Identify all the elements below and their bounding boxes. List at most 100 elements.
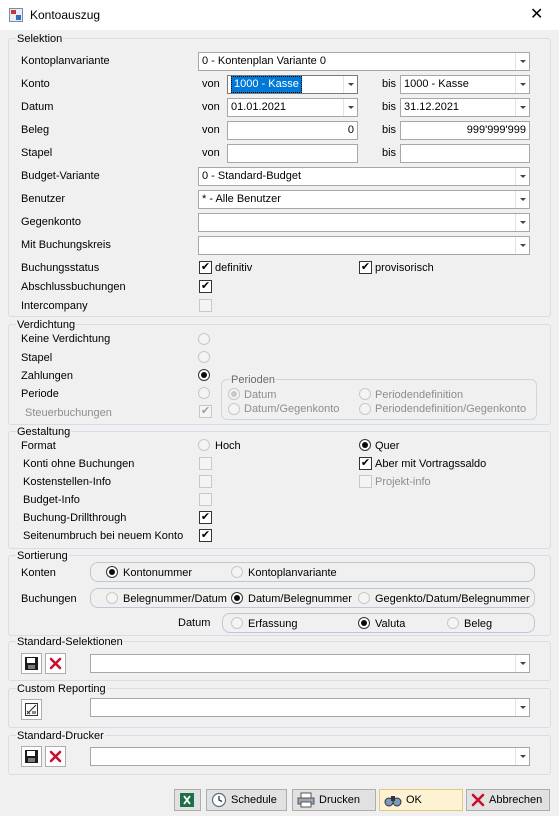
intercompany-checkbox[interactable]	[199, 299, 212, 312]
abschlussbuchungen-label: Abschlussbuchungen	[21, 281, 126, 293]
konto-von-label: von	[202, 78, 220, 90]
schedule-label: Schedule	[231, 794, 277, 806]
stapel-bis-input[interactable]	[400, 144, 530, 163]
konto-von-value: 1000 - Kasse	[231, 76, 302, 93]
kontoplanvariante-sort-radio[interactable]	[231, 566, 243, 578]
chevron-down-icon[interactable]	[515, 191, 529, 208]
beleg-von-input[interactable]: 0	[227, 121, 358, 140]
definitiv-label: definitiv	[215, 262, 253, 274]
custom-reporting-title: Custom Reporting	[16, 683, 107, 695]
valuta-radio[interactable]	[358, 617, 370, 629]
zahlungen-radio[interactable]	[198, 369, 210, 381]
buchungsstatus-label: Buchungsstatus	[21, 262, 100, 274]
chevron-down-icon[interactable]	[515, 237, 529, 254]
beleg-sort-radio[interactable]	[447, 617, 459, 629]
perioden-datum-gegenkonto-label: Datum/Gegenkonto	[244, 403, 340, 415]
standard-selektionen-select[interactable]	[90, 654, 530, 673]
keine-verdichtung-label: Keine Verdichtung	[21, 333, 111, 345]
vortragssaldo-checkbox[interactable]: ✔	[359, 457, 372, 470]
erfassung-label: Erfassung	[248, 618, 298, 630]
perioden-datum-radio[interactable]	[228, 388, 240, 400]
periodendefinition-gegenkonto-radio[interactable]	[359, 403, 371, 415]
erfassung-radio[interactable]	[231, 617, 243, 629]
vortragssaldo-label: Aber mit Vortragssaldo	[375, 458, 487, 470]
seitenumbruch-label: Seitenumbruch bei neuem Konto	[23, 530, 184, 542]
konto-von-select[interactable]: 1000 - Kasse	[227, 75, 358, 94]
beleg-sort-label: Beleg	[464, 618, 493, 630]
abschlussbuchungen-checkbox[interactable]: ✔	[199, 280, 212, 293]
custom-reporting-select[interactable]	[90, 698, 530, 717]
close-icon[interactable]: ✕	[530, 4, 543, 24]
schedule-button[interactable]: Schedule	[206, 789, 287, 811]
drucken-button[interactable]: Drucken	[292, 789, 376, 811]
konto-bis-value: 1000 - Kasse	[404, 78, 469, 90]
chevron-down-icon[interactable]	[515, 214, 529, 231]
chevron-down-icon[interactable]	[515, 748, 529, 765]
chevron-down-icon[interactable]	[515, 53, 529, 70]
ok-button[interactable]: OK	[379, 789, 463, 811]
window-title: Kontoauszug	[30, 8, 101, 22]
budget-variante-value: 0 - Standard-Budget	[202, 170, 302, 182]
zahlungen-label: Zahlungen	[21, 370, 73, 382]
abbrechen-label: Abbrechen	[489, 794, 543, 806]
perioden-datum-gegenkonto-radio[interactable]	[228, 403, 240, 415]
datum-belegnummer-radio[interactable]	[231, 592, 243, 604]
seitenumbruch-checkbox[interactable]: ✔	[199, 529, 212, 542]
datum-bis-value: 31.12.2021	[404, 101, 460, 113]
chevron-down-icon[interactable]	[515, 699, 529, 716]
delete-selection-button[interactable]	[45, 653, 66, 674]
drillthrough-checkbox[interactable]: ✔	[199, 511, 212, 524]
kontoplanvariante-select[interactable]: 0 - Kontenplan Variante 0	[198, 52, 530, 71]
stapel-verdichtung-radio[interactable]	[198, 351, 210, 363]
beleg-bis-input[interactable]: 999'999'999	[400, 121, 530, 140]
excel-button[interactable]	[174, 789, 201, 811]
standard-drucker-title: Standard-Drucker	[16, 730, 105, 742]
projekt-info-checkbox[interactable]	[359, 475, 372, 488]
floppy-disk-icon	[25, 750, 38, 763]
periodendefinition-label: Periodendefinition	[375, 389, 464, 401]
chevron-down-icon[interactable]	[343, 76, 357, 93]
gegenkonto-select[interactable]	[198, 213, 530, 232]
quer-radio[interactable]	[359, 439, 371, 451]
abbrechen-button[interactable]: Abbrechen	[466, 789, 550, 811]
chevron-down-icon[interactable]	[515, 99, 529, 116]
periodendefinition-radio[interactable]	[359, 388, 371, 400]
provisorisch-checkbox[interactable]: ✔	[359, 261, 372, 274]
datum-sort-label: Datum	[178, 617, 211, 629]
standard-drucker-select[interactable]	[90, 747, 530, 766]
konto-bis-select[interactable]: 1000 - Kasse	[400, 75, 530, 94]
kostenstellen-info-checkbox[interactable]	[199, 475, 212, 488]
keine-verdichtung-radio[interactable]	[198, 333, 210, 345]
report-design-icon	[25, 703, 38, 716]
konti-ohne-buchungen-checkbox[interactable]	[199, 457, 212, 470]
delete-printer-button[interactable]	[45, 746, 66, 767]
perioden-title: Perioden	[230, 374, 277, 386]
budget-info-checkbox[interactable]	[199, 493, 212, 506]
chevron-down-icon[interactable]	[515, 655, 529, 672]
standard-selektionen-title: Standard-Selektionen	[16, 636, 124, 648]
hoch-label: Hoch	[215, 440, 241, 452]
hoch-radio[interactable]	[198, 439, 210, 451]
save-selection-button[interactable]	[21, 653, 42, 674]
definitiv-checkbox[interactable]: ✔	[199, 261, 212, 274]
belegnummer-datum-radio[interactable]	[106, 592, 118, 604]
gegenkto-datum-radio[interactable]	[358, 592, 370, 604]
custom-report-edit-button[interactable]	[21, 699, 42, 720]
datum-bis-picker[interactable]: 31.12.2021	[400, 98, 530, 117]
chevron-down-icon[interactable]	[515, 168, 529, 185]
datum-von-picker[interactable]: 01.01.2021	[227, 98, 358, 117]
buchungskreis-select[interactable]	[198, 236, 530, 255]
kontonummer-radio[interactable]	[106, 566, 118, 578]
save-printer-button[interactable]	[21, 746, 42, 767]
periode-radio[interactable]	[198, 387, 210, 399]
benutzer-select[interactable]: * - Alle Benutzer	[198, 190, 530, 209]
budget-variante-select[interactable]: 0 - Standard-Budget	[198, 167, 530, 186]
stapel-von-input[interactable]	[227, 144, 358, 163]
konto-bis-label: bis	[382, 78, 397, 90]
chevron-down-icon[interactable]	[515, 76, 529, 93]
chevron-down-icon[interactable]	[343, 99, 357, 116]
datum-belegnummer-label: Datum/Belegnummer	[248, 593, 352, 605]
benutzer-label: Benutzer	[21, 193, 66, 205]
steuerbuchungen-checkbox[interactable]: ✔	[199, 405, 212, 418]
drucken-label: Drucken	[319, 794, 360, 806]
